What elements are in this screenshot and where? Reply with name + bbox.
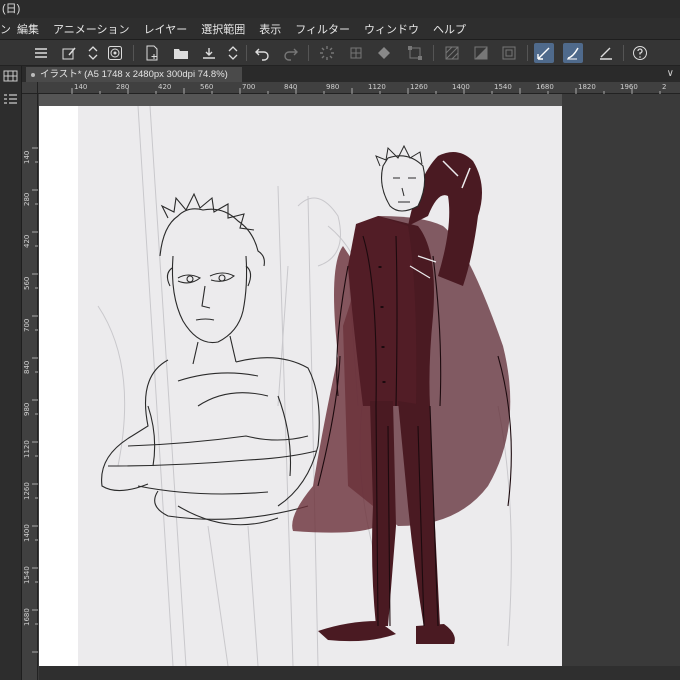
ruler-label: 1120: [368, 83, 386, 91]
ruler-label: 1960: [620, 83, 638, 91]
menu-icon[interactable]: [31, 43, 51, 63]
save-icon[interactable]: [199, 43, 219, 63]
document-tab[interactable]: イラスト* (A5 1748 x 2480px 300dpi 74.8%): [26, 67, 242, 82]
toolbar-separator: [246, 45, 247, 61]
menu-item-edit[interactable]: 編集: [10, 21, 46, 37]
menu-item-filter[interactable]: フィルター: [288, 21, 357, 37]
menu-item-view[interactable]: 表示: [252, 21, 288, 37]
tone-icon[interactable]: [471, 43, 491, 63]
ruler-label: 560: [200, 83, 214, 91]
right-shoe-shape: [416, 624, 455, 644]
list-icon[interactable]: [3, 92, 18, 104]
menu-item-animation[interactable]: アニメーション: [46, 21, 137, 37]
chevron-down-icon[interactable]: ∨: [667, 68, 674, 79]
toolbar-separator: [133, 45, 134, 61]
up-down-icon[interactable]: [223, 43, 243, 63]
sketch-artwork: [97, 106, 512, 666]
toolbar-separator: [623, 45, 624, 61]
transform-icon[interactable]: [405, 43, 425, 63]
pen-active-icon[interactable]: [534, 43, 554, 63]
ruler-label: 1260: [23, 482, 31, 500]
undo-icon[interactable]: [252, 43, 272, 63]
new-file-icon[interactable]: [142, 43, 162, 63]
target-icon[interactable]: [105, 43, 125, 63]
new-layer-icon[interactable]: [59, 43, 79, 63]
unsaved-dot-icon: [31, 73, 35, 77]
ruler-label: 1400: [23, 524, 31, 542]
canvas-margin: [39, 106, 78, 666]
menu-item-selection[interactable]: 選択範囲: [194, 21, 252, 37]
document-tab-label: イラスト* (A5 1748 x 2480px 300dpi 74.8%): [40, 69, 228, 80]
ruler-label: 840: [284, 83, 298, 91]
ruler-label: 140: [74, 83, 88, 91]
up-down-icon[interactable]: [83, 43, 103, 63]
hatch-icon[interactable]: [442, 43, 462, 63]
ruler-label: 420: [158, 83, 172, 91]
horizontal-ruler: 140 280 420 560 700 840 980 1120 1260 14…: [38, 82, 680, 94]
ruler-label: 980: [326, 83, 340, 91]
frame-icon[interactable]: [499, 43, 519, 63]
ruler-label: 980: [23, 402, 31, 416]
ruler-label: 560: [23, 276, 31, 290]
menu-item-window[interactable]: ウィンドウ: [357, 21, 426, 37]
ruler-corner: [22, 82, 38, 94]
loading-icon[interactable]: [317, 43, 337, 63]
ruler-ticks: [32, 147, 38, 653]
window-title: (日): [2, 3, 21, 15]
toolbar-separator: [308, 45, 309, 61]
open-folder-icon[interactable]: [171, 43, 191, 63]
ruler-label: 1260: [410, 83, 428, 91]
ruler-label: 280: [116, 83, 130, 91]
menu-item-file[interactable]: ン: [0, 21, 10, 37]
ruler-label: 1820: [578, 83, 596, 91]
redo-icon[interactable]: [281, 43, 301, 63]
ruler-label: 700: [23, 318, 31, 332]
fill-icon[interactable]: [374, 43, 394, 63]
ruler-label: 840: [23, 360, 31, 374]
menu-item-layer[interactable]: レイヤー: [137, 21, 195, 37]
ruler-label: 1680: [23, 608, 31, 626]
canvas-bottom-area: [39, 666, 680, 680]
ruler-label: 2: [662, 83, 667, 91]
canvas-background-right: [562, 94, 680, 680]
ruler-label: 700: [242, 83, 256, 91]
left-tool-strip: [0, 66, 22, 680]
ruler-label: 1400: [452, 83, 470, 91]
command-bar: [0, 40, 680, 66]
drawing-canvas[interactable]: [78, 106, 562, 666]
toolbar-separator: [527, 45, 528, 61]
ruler-label: 420: [23, 234, 31, 248]
ruler-label: 1120: [23, 440, 31, 458]
menu-bar: ン 編集 アニメーション レイヤー 選択範囲 表示 フィルター ウィンドウ ヘル…: [0, 18, 680, 40]
help-icon[interactable]: [630, 43, 650, 63]
ruler-label: 280: [23, 192, 31, 206]
ruler-label: 1680: [536, 83, 554, 91]
pen-icon[interactable]: [563, 43, 583, 63]
ruler-label: 1540: [23, 566, 31, 584]
toolbar-separator: [433, 45, 434, 61]
pen-small-icon[interactable]: [596, 43, 616, 63]
vertical-ruler: 140 280 420 560 700 840 980 1120 1260 14…: [22, 94, 38, 680]
ruler-label: 140: [23, 150, 31, 164]
left-leg-shape: [370, 401, 396, 626]
grid-icon[interactable]: [346, 43, 366, 63]
grid-icon[interactable]: [3, 69, 18, 82]
ruler-label: 1540: [494, 83, 512, 91]
document-tab-bar: イラスト* (A5 1748 x 2480px 300dpi 74.8%) ∨: [22, 66, 680, 82]
menu-item-help[interactable]: ヘルプ: [426, 21, 473, 37]
title-bar: (日): [0, 0, 680, 18]
